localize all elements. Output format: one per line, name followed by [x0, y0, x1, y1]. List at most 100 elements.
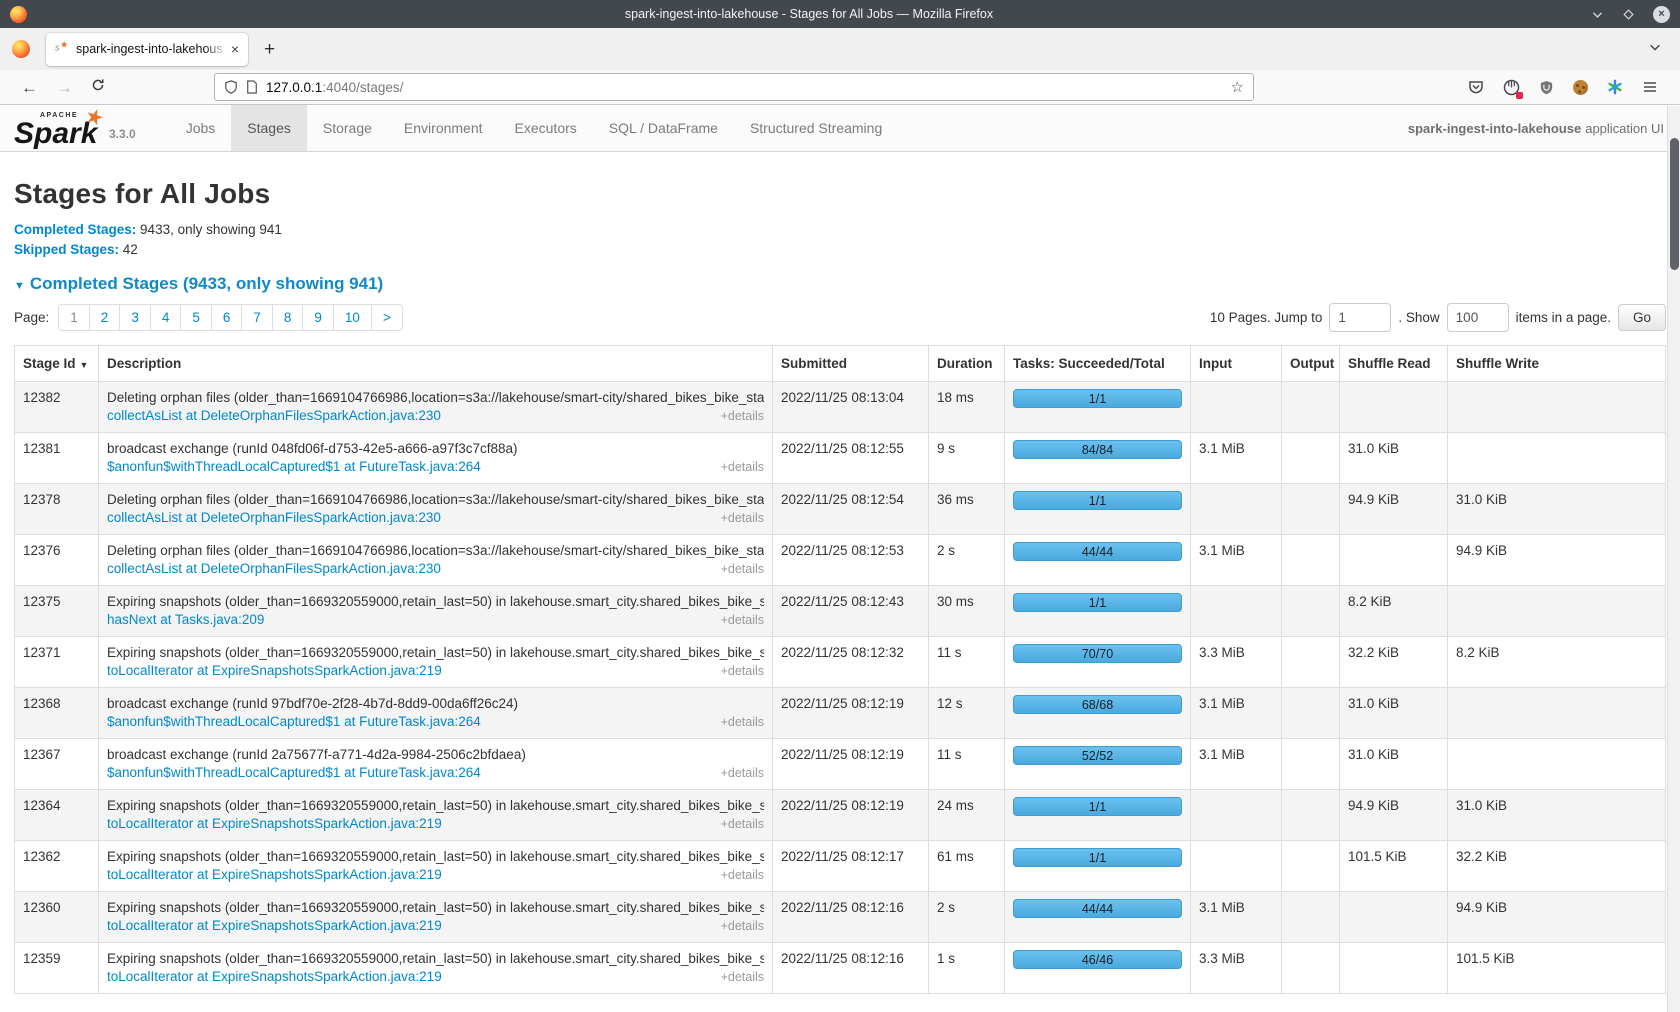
new-tab-button[interactable]: +: [264, 40, 275, 59]
close-icon[interactable]: ×: [1653, 6, 1670, 23]
page-button-2[interactable]: 2: [89, 304, 121, 331]
stage-detail-link[interactable]: $anonfun$withThreadLocalCaptured$1 at Fu…: [107, 764, 481, 782]
column-header-input[interactable]: Input: [1191, 346, 1282, 382]
spark-nav-item-structured-streaming[interactable]: Structured Streaming: [734, 105, 898, 151]
spark-nav-item-jobs[interactable]: Jobs: [170, 105, 232, 151]
shuffle-write-cell: [1448, 688, 1666, 739]
details-toggle[interactable]: +details: [721, 611, 764, 629]
page-button-7[interactable]: 7: [241, 304, 273, 331]
shuffle-write-cell: 32.2 KiB: [1448, 841, 1666, 892]
column-header-description[interactable]: Description: [99, 346, 773, 382]
stage-description: Expiring snapshots (older_than=166932055…: [107, 593, 764, 611]
stage-detail-link[interactable]: $anonfun$withThreadLocalCaptured$1 at Fu…: [107, 458, 481, 476]
next-page-button[interactable]: >: [371, 304, 403, 331]
description-cell: Expiring snapshots (older_than=166932055…: [99, 586, 773, 637]
tab-close-icon[interactable]: ×: [231, 42, 239, 56]
column-header-submitted[interactable]: Submitted: [773, 346, 929, 382]
spark-logo[interactable]: APACHE Spark ★ 3.3.0: [0, 105, 144, 151]
stage-detail-link[interactable]: collectAsList at DeleteOrphanFilesSparkA…: [107, 407, 441, 425]
details-toggle[interactable]: +details: [721, 407, 764, 425]
shuffle-read-cell: [1340, 943, 1448, 994]
scrollbar-thumb[interactable]: [1670, 138, 1679, 270]
spark-nav-item-storage[interactable]: Storage: [307, 105, 388, 151]
firefox-logo-icon: [10, 6, 27, 23]
bookmark-star-icon[interactable]: ☆: [1231, 78, 1244, 96]
go-button[interactable]: Go: [1618, 304, 1666, 331]
back-icon[interactable]: ←: [21, 79, 38, 96]
table-row: 12368 broadcast exchange (runId 97bdf70e…: [15, 688, 1666, 739]
stage-detail-link[interactable]: $anonfun$withThreadLocalCaptured$1 at Fu…: [107, 713, 481, 731]
details-toggle[interactable]: +details: [721, 968, 764, 986]
page-info-icon[interactable]: [246, 80, 258, 94]
duration-cell: 11 s: [929, 637, 1005, 688]
tasks-count: 52/52: [1082, 747, 1113, 765]
details-toggle[interactable]: +details: [721, 764, 764, 782]
table-header-row: Stage Id▼DescriptionSubmittedDurationTas…: [15, 346, 1666, 382]
details-toggle[interactable]: +details: [721, 866, 764, 884]
pocket-icon[interactable]: [1468, 79, 1484, 95]
stage-description: Expiring snapshots (older_than=166932055…: [107, 797, 764, 815]
stage-detail-link[interactable]: toLocalIterator at ExpireSnapshotsSparkA…: [107, 815, 442, 833]
url-bar[interactable]: 127.0.0.1:4040/stages/ ☆: [214, 73, 1254, 101]
stage-detail-link[interactable]: toLocalIterator at ExpireSnapshotsSparkA…: [107, 968, 442, 986]
stage-detail-link[interactable]: toLocalIterator at ExpireSnapshotsSparkA…: [107, 917, 442, 935]
column-header-shuffle-write[interactable]: Shuffle Write: [1448, 346, 1666, 382]
maximize-icon[interactable]: [1622, 8, 1635, 21]
details-toggle[interactable]: +details: [721, 713, 764, 731]
table-row: 12381 broadcast exchange (runId 048fd06f…: [15, 433, 1666, 484]
completed-stages-section-header[interactable]: ▼Completed Stages (9433, only showing 94…: [14, 274, 1666, 294]
page-button-1[interactable]: 1: [58, 304, 90, 331]
column-header-output[interactable]: Output: [1282, 346, 1340, 382]
menu-icon[interactable]: [1642, 79, 1658, 95]
column-header-tasks-succeeded-total[interactable]: Tasks: Succeeded/Total: [1005, 346, 1191, 382]
details-toggle[interactable]: +details: [721, 458, 764, 476]
page-button-4[interactable]: 4: [150, 304, 182, 331]
description-cell: broadcast exchange (runId 97bdf70e-2f28-…: [99, 688, 773, 739]
spark-nav-item-environment[interactable]: Environment: [388, 105, 499, 151]
spark-nav-item-sql-dataframe[interactable]: SQL / DataFrame: [593, 105, 734, 151]
spark-nav-item-executors[interactable]: Executors: [499, 105, 593, 151]
tasks-count: 1/1: [1089, 594, 1106, 612]
details-toggle[interactable]: +details: [721, 662, 764, 680]
details-toggle[interactable]: +details: [721, 560, 764, 578]
stage-detail-link[interactable]: collectAsList at DeleteOrphanFilesSparkA…: [107, 560, 441, 578]
page-button-3[interactable]: 3: [119, 304, 151, 331]
shield-icon[interactable]: [224, 80, 238, 94]
page-button-10[interactable]: 10: [333, 304, 372, 331]
column-header-shuffle-read[interactable]: Shuffle Read: [1340, 346, 1448, 382]
submitted-cell: 2022/11/25 08:12:16: [773, 892, 929, 943]
input-cell: 3.3 MiB: [1191, 943, 1282, 994]
jump-to-page-input[interactable]: [1329, 303, 1391, 332]
stage-detail-link[interactable]: collectAsList at DeleteOrphanFilesSparkA…: [107, 509, 441, 527]
output-cell: [1282, 637, 1340, 688]
shuffle-read-cell: 101.5 KiB: [1340, 841, 1448, 892]
page-button-9[interactable]: 9: [302, 304, 334, 331]
scrollbar-track[interactable]: [1667, 106, 1680, 1012]
details-toggle[interactable]: +details: [721, 917, 764, 935]
stage-detail-link[interactable]: hasNext at Tasks.java:209: [107, 611, 264, 629]
ublock-icon[interactable]: [1539, 80, 1554, 95]
stage-detail-link[interactable]: toLocalIterator at ExpireSnapshotsSparkA…: [107, 662, 442, 680]
cookie-icon[interactable]: [1573, 80, 1588, 95]
tasks-progress-bar: 1/1: [1013, 848, 1182, 867]
containers-icon[interactable]: [1503, 79, 1520, 96]
page-button-6[interactable]: 6: [211, 304, 243, 331]
page-button-8[interactable]: 8: [272, 304, 304, 331]
asterisk-icon[interactable]: [1607, 79, 1623, 95]
list-tabs-icon[interactable]: [1648, 40, 1662, 59]
items-per-page-input[interactable]: [1447, 303, 1509, 332]
column-header-stage-id[interactable]: Stage Id▼: [15, 346, 99, 382]
details-toggle[interactable]: +details: [721, 509, 764, 527]
browser-tab[interactable]: s spark-ingest-into-lakehous ×: [46, 33, 248, 66]
forward-icon[interactable]: →: [56, 79, 73, 96]
details-toggle[interactable]: +details: [721, 815, 764, 833]
stage-detail-link[interactable]: toLocalIterator at ExpireSnapshotsSparkA…: [107, 866, 442, 884]
column-header-duration[interactable]: Duration: [929, 346, 1005, 382]
reload-icon[interactable]: [91, 78, 105, 97]
spark-nav-item-stages[interactable]: Stages: [231, 105, 307, 151]
page-button-5[interactable]: 5: [180, 304, 212, 331]
url-text[interactable]: 127.0.0.1:4040/stages/: [266, 80, 1231, 95]
minimize-icon[interactable]: [1591, 8, 1604, 21]
submitted-cell: 2022/11/25 08:12:55: [773, 433, 929, 484]
input-cell: [1191, 382, 1282, 433]
